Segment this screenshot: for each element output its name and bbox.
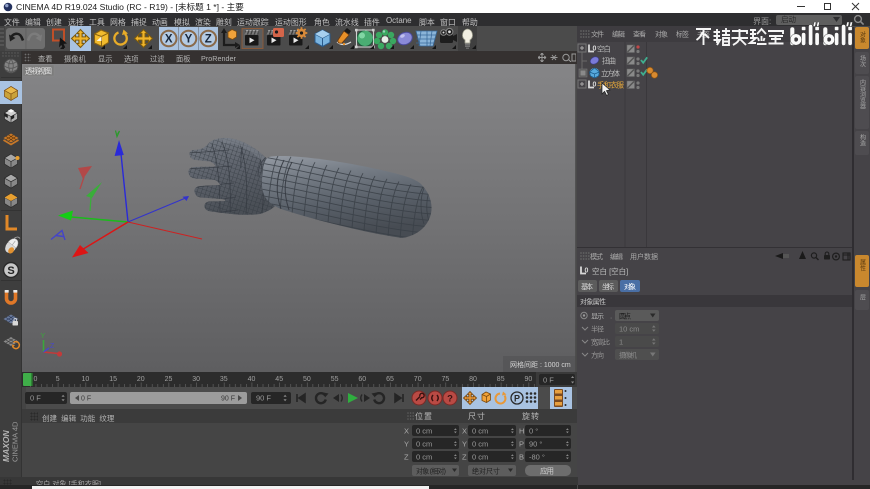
svg-text:应用: 应用 [540,466,554,476]
svg-text:构造: 构造 [859,133,866,147]
svg-text:透视视图: 透视视图 [25,66,52,76]
svg-text:0 cm: 0 cm [472,453,488,462]
svg-text:0 F: 0 F [543,376,554,385]
svg-text:65: 65 [386,376,394,383]
svg-text:H: H [519,427,524,436]
svg-text:X: X [165,34,173,46]
svg-text:立方体: 立方体 [601,68,621,78]
svg-text:摄像机: 摄像机 [619,351,637,360]
svg-text:0: 0 [593,46,597,53]
svg-text:宽高比: 宽高比 [591,338,610,347]
svg-text:0 cm: 0 cm [472,427,488,436]
svg-text:圆点: 圆点 [619,313,631,321]
svg-text:对象: 对象 [624,282,636,291]
svg-text:0 cm: 0 cm [472,440,488,449]
svg-text:P: P [519,440,524,449]
svg-text:基本: 基本 [581,282,593,291]
svg-text:Z: Z [462,453,467,462]
svg-text:0: 0 [585,268,589,275]
svg-text:85: 85 [497,376,505,383]
svg-text:对象 (相对): 对象 (相对) [416,467,446,476]
svg-text:10: 10 [82,376,90,383]
svg-text:0: 0 [593,82,597,89]
svg-text:35: 35 [220,376,228,383]
svg-text:扭曲: 扭曲 [602,56,616,66]
svg-text:对象属性: 对象属性 [580,297,606,306]
svg-text:Y: Y [41,333,46,340]
svg-text:空白: 空白 [597,44,611,54]
svg-text:内容浏览器: 内容浏览器 [859,78,866,110]
svg-text:1: 1 [619,338,623,347]
svg-text:0 F: 0 F [81,396,91,403]
svg-text:查看: 查看 [633,30,646,39]
svg-text:标签: 标签 [676,30,689,39]
svg-text:对象: 对象 [655,30,668,39]
svg-text:场次: 场次 [859,54,866,68]
svg-text:显示: 显示 [591,313,604,321]
svg-text:40: 40 [248,376,256,383]
svg-text:?: ? [447,394,453,405]
svg-text:编辑: 编辑 [610,252,623,261]
svg-text:50: 50 [303,376,311,383]
svg-text:75: 75 [442,376,450,383]
svg-text:S: S [7,265,14,277]
svg-text:60: 60 [358,376,366,383]
svg-text:B: B [519,453,524,462]
svg-text:5: 5 [56,376,60,383]
svg-text:0 F: 0 F [30,394,41,403]
svg-text:属性: 属性 [859,259,866,272]
svg-text:文件: 文件 [591,30,604,39]
svg-text:0 cm: 0 cm [416,427,432,436]
svg-text:10 cm: 10 cm [619,325,639,334]
svg-text:0 °: 0 ° [529,427,538,436]
svg-text:MAXON: MAXON [1,430,11,463]
svg-text:网格间距 : 1000 cm: 网格间距 : 1000 cm [510,360,571,369]
svg-text:70: 70 [414,376,422,383]
svg-text:模式: 模式 [590,252,603,261]
svg-text:0: 0 [34,376,38,383]
svg-text:对象: 对象 [859,30,866,43]
svg-text:X: X [462,427,467,436]
svg-text:25: 25 [165,376,173,383]
svg-text:尺寸: 尺寸 [468,411,485,421]
svg-text:Z: Z [404,453,409,462]
svg-text:旋转: 旋转 [522,411,539,421]
svg-text:Y: Y [462,440,467,449]
svg-text:-80 °: -80 ° [529,453,545,462]
svg-text:80: 80 [469,376,477,383]
svg-text:90 °: 90 ° [529,440,542,449]
svg-text:.: . [610,312,612,321]
svg-text:Y: Y [404,440,409,449]
svg-text:90: 90 [525,376,533,383]
svg-text:手和衣服: 手和衣服 [597,80,625,90]
svg-text:空白 [空白]: 空白 [空白] [592,266,628,276]
svg-text:P: P [514,394,520,404]
svg-text:绝对尺寸: 绝对尺寸 [472,467,500,476]
svg-text:X: X [404,427,409,436]
svg-text:Z: Z [205,34,212,46]
svg-text:0 cm: 0 cm [416,440,432,449]
svg-text:方向: 方向 [591,351,604,360]
svg-text:45: 45 [275,376,283,383]
svg-text:0 cm: 0 cm [416,453,432,462]
svg-text:CINEMA 4D: CINEMA 4D [11,421,20,462]
svg-text:55: 55 [331,376,339,383]
svg-text:坐标: 坐标 [602,282,614,291]
svg-text:编辑: 编辑 [612,30,625,39]
svg-text:位置: 位置 [415,411,432,421]
svg-text:30: 30 [192,376,200,383]
svg-text:20: 20 [137,376,145,383]
svg-text:90 F: 90 F [256,394,271,403]
svg-text:Z: Z [50,343,55,350]
svg-text:用户数据: 用户数据 [630,252,658,261]
svg-text:半径: 半径 [591,325,604,334]
svg-text:15: 15 [109,376,117,383]
svg-text:Y: Y [185,34,193,46]
svg-text:90 F: 90 F [221,396,235,403]
